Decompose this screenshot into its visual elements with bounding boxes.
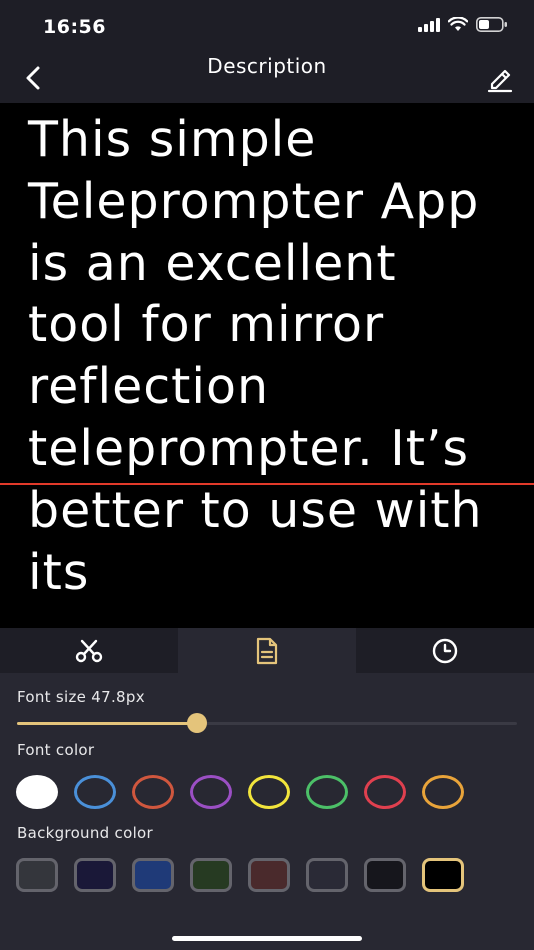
background-color-swatch[interactable]: [364, 858, 406, 892]
clock-icon: [432, 638, 458, 663]
tab-timer[interactable]: [356, 628, 534, 673]
page-title: Description: [207, 54, 327, 78]
battery-icon: [476, 17, 507, 32]
text-settings-panel: [0, 673, 534, 950]
background-color-options: [16, 858, 464, 892]
reading-guide-line: [0, 483, 534, 485]
font-color-swatch[interactable]: [190, 775, 232, 809]
background-color-swatch[interactable]: [248, 858, 290, 892]
status-icons: [418, 17, 508, 32]
script-preview[interactable]: This simple Teleprompter App is an excel…: [0, 103, 534, 628]
navigation-bar: Description: [0, 54, 534, 102]
status-bar: 16:56: [0, 0, 534, 54]
signal-icon: [418, 17, 440, 32]
background-color-swatch[interactable]: [132, 858, 174, 892]
script-text: This simple Teleprompter App is an excel…: [28, 111, 483, 601]
background-color-label: Background color: [17, 824, 153, 842]
font-size-slider-fill: [17, 722, 197, 725]
wifi-icon: [448, 17, 468, 31]
background-color-swatch[interactable]: [306, 858, 348, 892]
font-color-swatch[interactable]: [364, 775, 406, 809]
font-color-swatch[interactable]: [306, 775, 348, 809]
font-color-swatch[interactable]: [132, 775, 174, 809]
font-color-swatch[interactable]: [248, 775, 290, 809]
font-size-slider-thumb[interactable]: [187, 713, 207, 733]
background-color-swatch[interactable]: [190, 858, 232, 892]
settings-tabs: [0, 628, 534, 673]
font-size-label: Font size 47.8px: [17, 688, 145, 706]
font-size-slider[interactable]: [17, 713, 517, 733]
font-color-options: [16, 775, 464, 809]
status-time: 16:56: [43, 16, 106, 38]
background-color-swatch[interactable]: [16, 858, 58, 892]
background-color-swatch[interactable]: [422, 858, 464, 892]
background-color-swatch[interactable]: [74, 858, 116, 892]
home-indicator: [172, 936, 362, 941]
tab-text-settings[interactable]: [178, 628, 356, 673]
document-icon: [256, 637, 278, 664]
font-color-swatch[interactable]: [422, 775, 464, 809]
tab-edit-script[interactable]: [0, 628, 178, 673]
font-color-label: Font color: [17, 741, 95, 759]
font-color-swatch[interactable]: [74, 775, 116, 809]
edit-pencil-icon[interactable]: [484, 62, 516, 94]
scissors-icon: [75, 639, 103, 662]
font-color-swatch[interactable]: [16, 775, 58, 809]
